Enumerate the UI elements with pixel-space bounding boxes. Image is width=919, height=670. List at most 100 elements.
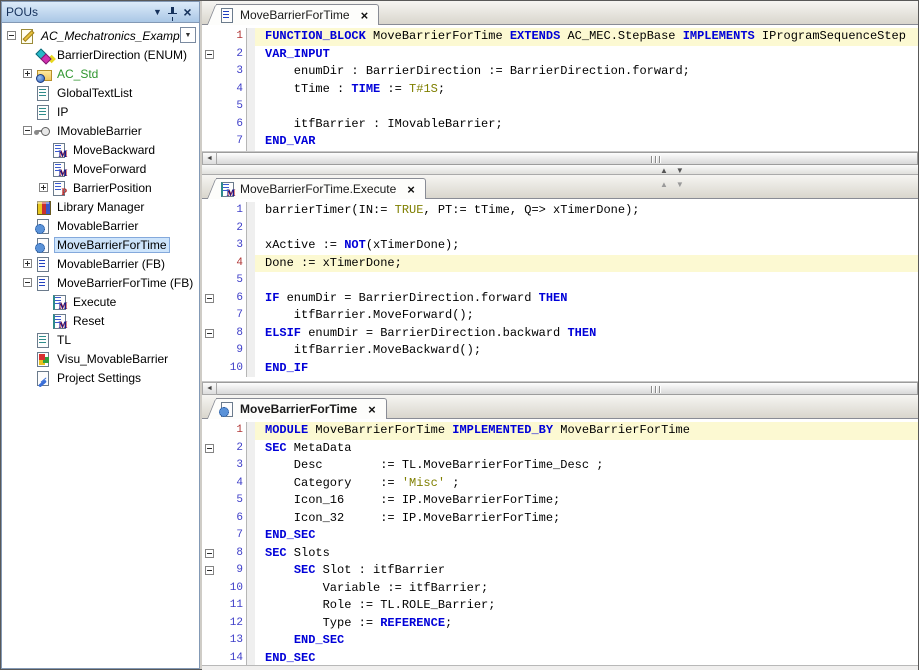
collapse-icon[interactable] (7, 31, 16, 40)
collapse-icon[interactable] (205, 566, 214, 575)
tree-root-dropdown-button[interactable]: ▼ (180, 27, 196, 43)
tree-item-label: Reset (70, 313, 107, 329)
code-line[interactable]: 7END_VAR (202, 133, 918, 151)
code-text: IF enumDir = BarrierDirection.forward TH… (255, 290, 918, 308)
code-line[interactable]: 9 itfBarrier.MoveBackward(); (202, 342, 918, 360)
code-text: END_SEC (255, 527, 918, 545)
collapse-icon[interactable] (205, 549, 214, 558)
pou-tree[interactable]: AC_Mechatronics_Example▼BarrierDirection… (1, 23, 200, 669)
code-line[interactable]: 8ELSIF enumDir = BarrierDirection.backwa… (202, 325, 918, 343)
code-editor-declaration[interactable]: 1FUNCTION_BLOCK MoveBarrierForTime EXTEN… (202, 25, 918, 151)
pou-panel-titlebar[interactable]: POUs ▼ × (1, 1, 200, 23)
tree-item-imovablebarrier[interactable]: IMovableBarrier (2, 121, 199, 140)
code-text: END_IF (255, 360, 918, 378)
tree-item-barrierdirection-enum[interactable]: BarrierDirection (ENUM) (2, 45, 199, 64)
pin-icon[interactable] (165, 5, 180, 20)
line-number: 11 (220, 597, 246, 615)
code-line[interactable]: 2SEC MetaData (202, 440, 918, 458)
code-line[interactable]: 1FUNCTION_BLOCK MoveBarrierForTime EXTEN… (202, 28, 918, 46)
code-line[interactable]: 12 Type := REFERENCE; (202, 615, 918, 633)
collapse-icon[interactable] (23, 278, 32, 287)
tree-item-movablebarrier[interactable]: MovableBarrier (2, 216, 199, 235)
line-number: 2 (220, 220, 246, 238)
expand-icon[interactable] (39, 183, 48, 192)
horizontal-scrollbar[interactable]: ◄ (202, 151, 918, 165)
horizontal-scrollbar[interactable] (202, 665, 918, 670)
code-line[interactable]: 10END_IF (202, 360, 918, 378)
collapse-icon[interactable] (205, 50, 214, 59)
code-line[interactable]: 6 Icon_32 := IP.MoveBarrierForTime; (202, 510, 918, 528)
code-line[interactable]: 7 itfBarrier.MoveForward(); (202, 307, 918, 325)
collapse-icon[interactable] (23, 126, 32, 135)
tab-movebarrierfortime[interactable]: MoveBarrierForTime × (216, 4, 379, 25)
code-line[interactable]: 10 Variable := itfBarrier; (202, 580, 918, 598)
ide-window: POUs ▼ × AC_Mechatronics_Example▼Barrier… (0, 0, 919, 670)
tree-item-movebarrierfortime[interactable]: MoveBarrierForTime (2, 235, 199, 254)
scrollbar-thumb[interactable] (217, 152, 918, 165)
code-line[interactable]: 13 END_SEC (202, 632, 918, 650)
expand-icon[interactable] (23, 259, 32, 268)
tab-movebarrierfortime-execute[interactable]: M MoveBarrierForTime.Execute × (216, 178, 426, 199)
code-line[interactable]: 1barrierTimer(IN:= TRUE, PT:= tTime, Q=>… (202, 202, 918, 220)
panel-dropdown-icon[interactable]: ▼ (150, 5, 165, 20)
collapse-icon[interactable] (205, 444, 214, 453)
tree-item-library-manager[interactable]: Library Manager (2, 197, 199, 216)
tree-item-movablebarrier-fb[interactable]: MovableBarrier (FB) (2, 254, 199, 273)
code-line[interactable]: 6IF enumDir = BarrierDirection.forward T… (202, 290, 918, 308)
scroll-left-icon[interactable]: ◄ (202, 382, 217, 395)
code-editor-module[interactable]: 1MODULE MoveBarrierForTime IMPLEMENTED_B… (202, 419, 918, 665)
code-line[interactable]: 5 (202, 272, 918, 290)
code-line[interactable]: 1MODULE MoveBarrierForTime IMPLEMENTED_B… (202, 422, 918, 440)
tree-item-barrierposition[interactable]: PBarrierPosition (2, 178, 199, 197)
code-line[interactable]: 4 tTime : TIME := T#1S; (202, 81, 918, 99)
fold-margin (202, 597, 220, 615)
code-line[interactable]: 5 (202, 98, 918, 116)
pane-splitter[interactable]: ▲▼ (202, 165, 918, 175)
tree-item-tl[interactable]: TL (2, 330, 199, 349)
horizontal-scrollbar[interactable]: ◄ (202, 381, 918, 395)
scrollbar-thumb[interactable] (217, 382, 918, 395)
code-line[interactable]: 14END_SEC (202, 650, 918, 666)
collapse-icon[interactable] (205, 294, 214, 303)
tab-close-icon[interactable]: × (366, 403, 378, 416)
code-line[interactable]: 5 Icon_16 := IP.MoveBarrierForTime; (202, 492, 918, 510)
tree-item-moveforward[interactable]: MMoveForward (2, 159, 199, 178)
tree-item-reset[interactable]: MReset (2, 311, 199, 330)
tab-close-icon[interactable]: × (405, 183, 417, 196)
collapse-down-icon[interactable]: ▼ (676, 180, 684, 189)
collapse-up-icon[interactable]: ▲ (660, 180, 668, 189)
code-line[interactable]: 4Done := xTimerDone; (202, 255, 918, 273)
tree-item-visu-movablebarrier[interactable]: Visu_MovableBarrier (2, 349, 199, 368)
code-line[interactable]: 8SEC Slots (202, 545, 918, 563)
fb-icon (35, 275, 51, 291)
code-editor-execute[interactable]: 1barrierTimer(IN:= TRUE, PT:= tTime, Q=>… (202, 199, 918, 381)
tree-item-ip[interactable]: IP (2, 102, 199, 121)
tab-movebarrierfortime-module[interactable]: MoveBarrierForTime × (216, 398, 387, 419)
code-line[interactable]: 2 (202, 220, 918, 238)
module-icon (35, 218, 51, 234)
tree-item-movebackward[interactable]: MMoveBackward (2, 140, 199, 159)
scroll-left-icon[interactable]: ◄ (202, 152, 217, 165)
close-icon[interactable]: × (180, 5, 195, 20)
code-line[interactable]: 11 Role := TL.ROLE_Barrier; (202, 597, 918, 615)
code-line[interactable]: 3xActive := NOT(xTimerDone); (202, 237, 918, 255)
code-line[interactable]: 4 Category := 'Misc' ; (202, 475, 918, 493)
code-line[interactable]: 6 itfBarrier : IMovableBarrier; (202, 116, 918, 134)
code-line[interactable]: 9 SEC Slot : itfBarrier (202, 562, 918, 580)
code-line[interactable]: 7END_SEC (202, 527, 918, 545)
tree-item-globaltextlist[interactable]: GlobalTextList (2, 83, 199, 102)
tree-item-movebarrierfortime-fb[interactable]: MoveBarrierForTime (FB) (2, 273, 199, 292)
expand-icon[interactable] (23, 69, 32, 78)
code-line[interactable]: 2VAR_INPUT (202, 46, 918, 64)
tree-item-ac-mechatronics-example[interactable]: AC_Mechatronics_Example▼ (2, 26, 199, 45)
collapse-icon[interactable] (205, 329, 214, 338)
collapse-up-icon[interactable]: ▲ (660, 166, 668, 175)
code-line[interactable]: 3 enumDir : BarrierDirection := BarrierD… (202, 63, 918, 81)
tab-close-icon[interactable]: × (359, 9, 371, 22)
fold-margin (202, 63, 220, 81)
tree-item-execute[interactable]: MExecute (2, 292, 199, 311)
tree-item-project-settings[interactable]: Project Settings (2, 368, 199, 387)
collapse-down-icon[interactable]: ▼ (676, 166, 684, 175)
code-line[interactable]: 3 Desc := TL.MoveBarrierForTime_Desc ; (202, 457, 918, 475)
tree-item-ac-std[interactable]: AC_Std (2, 64, 199, 83)
